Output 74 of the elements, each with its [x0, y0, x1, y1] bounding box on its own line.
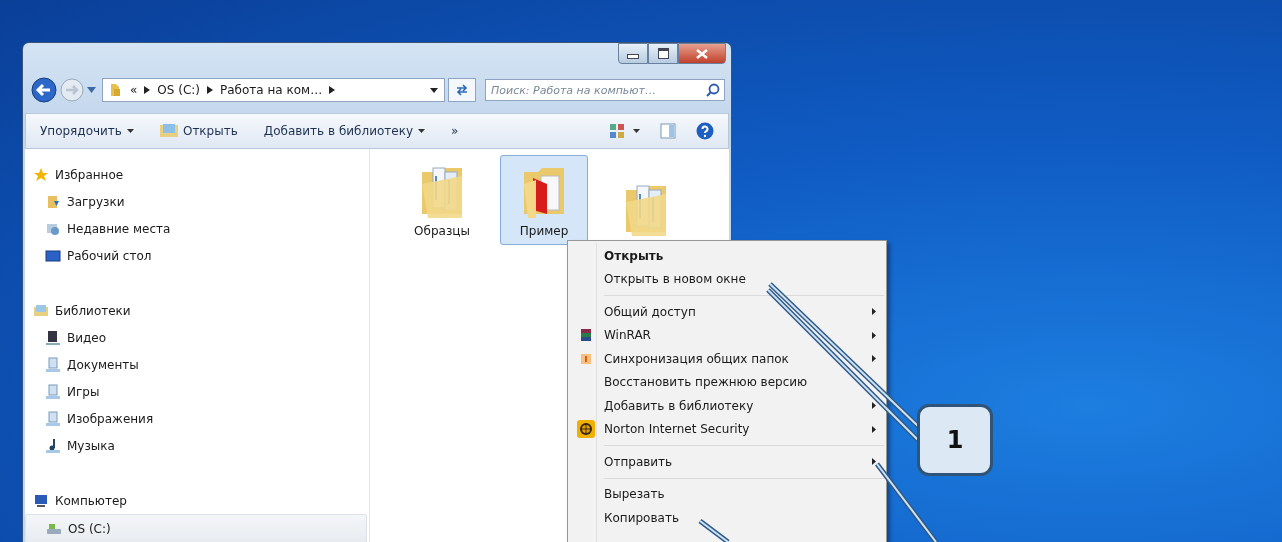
- menu-item[interactable]: Вырезать: [568, 482, 886, 506]
- nav-item[interactable]: Изображения: [25, 405, 367, 432]
- close-button[interactable]: [678, 43, 726, 64]
- help-icon[interactable]: [696, 122, 714, 140]
- breadcrumb[interactable]: «: [130, 83, 138, 97]
- nav-item[interactable]: Видео: [25, 324, 367, 351]
- menu-item[interactable]: Norton Internet Security: [568, 417, 886, 441]
- submenu-arrow-icon: [872, 308, 876, 316]
- close-icon: [696, 48, 708, 59]
- nav-item[interactable]: Библиотеки: [25, 297, 367, 324]
- music-note-icon: [45, 437, 61, 454]
- star-icon: [33, 166, 49, 183]
- refresh-icon: [455, 84, 469, 96]
- nav-item[interactable]: Игры: [25, 378, 367, 405]
- crumb-arrow-icon[interactable]: [329, 86, 336, 94]
- refresh-button[interactable]: [448, 78, 476, 102]
- library-icon: [33, 302, 49, 319]
- nav-item[interactable]: Избранное: [25, 161, 367, 188]
- menu-item[interactable]: Добавить в библиотеку: [568, 394, 886, 418]
- maximize-button[interactable]: [648, 43, 678, 64]
- library-icon: [159, 124, 178, 138]
- caret-icon: [126, 129, 134, 133]
- library-item-icon: [45, 410, 61, 427]
- nav-item[interactable]: Рабочий стол: [25, 242, 367, 269]
- nav-item[interactable]: Компьютер: [25, 487, 367, 514]
- computer-icon: [33, 492, 49, 509]
- toolbar-button[interactable]: Упорядочить: [40, 124, 134, 138]
- menu-item[interactable]: Синхронизация общих папок: [568, 347, 886, 371]
- leader-line: [698, 519, 730, 542]
- nav-item[interactable]: Недавние места: [25, 215, 367, 242]
- toolbar-button[interactable]: Открыть: [159, 124, 238, 138]
- nav-item[interactable]: Документы: [25, 351, 367, 378]
- toolbar-button[interactable]: Добавить в библиотеку: [263, 124, 426, 138]
- menu-item[interactable]: Копировать: [568, 506, 886, 530]
- folder-item[interactable]: Пример: [500, 155, 588, 245]
- menu-item[interactable]: Восстановить прежнюю версию: [568, 370, 886, 394]
- menu-item[interactable]: WinRAR: [568, 323, 886, 347]
- submenu-arrow-icon: [872, 425, 876, 433]
- menu-item[interactable]: Открыть: [568, 244, 886, 268]
- dropdown-caret-icon[interactable]: [430, 87, 438, 93]
- breadcrumb[interactable]: Работа на ком…: [220, 83, 323, 97]
- nav-item[interactable]: OS (C:): [25, 514, 367, 542]
- nav-item[interactable]: Музыка: [25, 432, 367, 459]
- desktop-icon: [45, 247, 61, 264]
- submenu-arrow-icon: [872, 458, 876, 466]
- folder-arrow-icon: [45, 193, 61, 210]
- caret-icon: [418, 129, 426, 133]
- callout-label: 1: [917, 404, 993, 476]
- search-field[interactable]: Поиск: Работа на компьют…: [485, 79, 725, 101]
- library-item-icon: [45, 383, 61, 400]
- toolbar-button[interactable]: »: [451, 124, 459, 138]
- submenu-arrow-icon: [872, 331, 876, 339]
- film-icon: [45, 329, 61, 346]
- view-options-icon[interactable]: [610, 123, 640, 139]
- history-caret-icon[interactable]: [87, 87, 96, 93]
- menu-item[interactable]: Общий доступ: [568, 300, 886, 324]
- menu-item[interactable]: Открыть в новом окне: [568, 267, 886, 291]
- crumb-arrow-icon[interactable]: [144, 86, 151, 94]
- folder-icon: [109, 83, 123, 97]
- menu-item[interactable]: Отправить: [568, 450, 886, 474]
- sync-icon: [579, 351, 593, 366]
- search-icon: [706, 83, 720, 97]
- crumb-arrow-icon[interactable]: [207, 86, 213, 94]
- library-item-icon: [45, 356, 61, 373]
- minimize-button[interactable]: [618, 43, 648, 64]
- folder-item[interactable]: Образцы: [398, 155, 486, 245]
- back-button-icon[interactable]: [31, 77, 57, 103]
- submenu-arrow-icon: [872, 355, 876, 363]
- nav-item[interactable]: Загрузки: [25, 188, 367, 215]
- globe-icon: [577, 420, 595, 439]
- books-icon: [579, 328, 593, 343]
- breadcrumb[interactable]: OS (C:): [157, 83, 200, 97]
- submenu-arrow-icon: [872, 402, 876, 410]
- address-bar[interactable]: « OS (C:) Работа на ком…: [102, 78, 445, 102]
